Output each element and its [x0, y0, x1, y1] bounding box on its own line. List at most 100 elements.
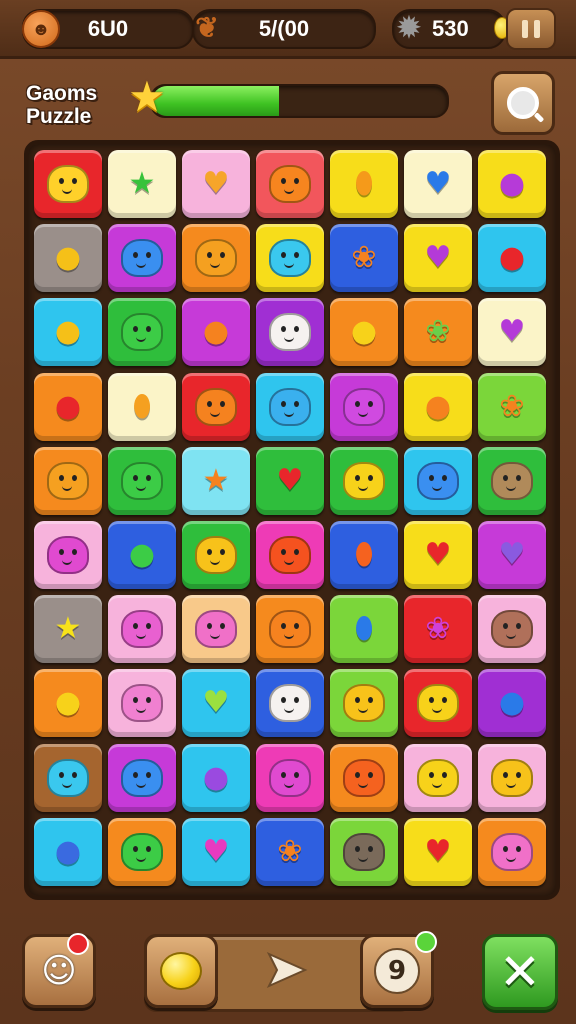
- board-tile[interactable]: ●: [182, 298, 250, 367]
- board-tile[interactable]: ❀: [256, 817, 324, 886]
- blob-face-icon: [269, 313, 311, 352]
- board-tile[interactable]: ❀: [404, 595, 472, 664]
- board-tile[interactable]: ♥: [404, 224, 472, 293]
- carrot-icon: ⬮: [132, 388, 152, 424]
- board-tile[interactable]: [330, 446, 398, 515]
- board-tile[interactable]: ●: [478, 224, 546, 293]
- board-tile[interactable]: [108, 817, 176, 886]
- board-tile[interactable]: [108, 298, 176, 367]
- hint-button[interactable]: 9: [360, 931, 437, 1008]
- board-tile[interactable]: ●: [34, 224, 102, 293]
- board-tile[interactable]: [182, 595, 250, 664]
- board-tile[interactable]: ●: [404, 372, 472, 441]
- board-tile[interactable]: [34, 446, 102, 515]
- heart-icon: ♥: [498, 314, 526, 350]
- blob-face-icon: [491, 461, 533, 500]
- blob-face-icon: [417, 461, 459, 500]
- board-tile[interactable]: [256, 521, 324, 589]
- character-booster-button[interactable]: ☺: [22, 933, 96, 1008]
- board-tile[interactable]: [108, 224, 176, 293]
- apple-icon: ●: [498, 240, 526, 276]
- board-tile[interactable]: ●: [34, 372, 102, 441]
- board-tile[interactable]: ●: [34, 669, 102, 738]
- board-tile[interactable]: [108, 595, 176, 664]
- board-tile[interactable]: ★: [108, 150, 176, 218]
- board-tile[interactable]: ●: [34, 298, 102, 367]
- board-tile[interactable]: ⬮: [108, 372, 176, 441]
- lemon-booster-button[interactable]: [144, 934, 218, 1008]
- board-tile[interactable]: ⬮: [330, 150, 398, 218]
- lemon-icon: [160, 952, 202, 990]
- board-tile[interactable]: ●: [330, 298, 398, 367]
- board-tile[interactable]: ♥: [404, 817, 472, 886]
- board-tile[interactable]: ♥: [182, 817, 250, 886]
- board-tile[interactable]: [478, 743, 546, 812]
- board-tile[interactable]: ♥: [404, 521, 472, 589]
- gems-value: 530: [432, 16, 469, 41]
- leaf-icon: ❀: [499, 388, 525, 424]
- board-tile[interactable]: [34, 743, 102, 812]
- board-tile[interactable]: [256, 298, 324, 367]
- board-tile[interactable]: ●: [108, 521, 176, 589]
- board-tile[interactable]: ♥: [256, 446, 324, 515]
- blob-face-icon: [269, 239, 311, 278]
- board-tile[interactable]: ★: [182, 446, 250, 515]
- leaf-icon: ❀: [425, 314, 451, 350]
- top-status-bar: ☻ 6U0 ❦ 5/(00 ✹ 530: [0, 0, 576, 59]
- blob-face-icon: [121, 239, 163, 278]
- board-tile[interactable]: ⬮: [330, 521, 398, 589]
- play-arrow-button[interactable]: [262, 948, 310, 992]
- board-tile[interactable]: ⬮: [330, 595, 398, 664]
- board-tile[interactable]: [330, 372, 398, 441]
- star-icon: ★: [202, 462, 230, 498]
- board-tile[interactable]: [478, 446, 546, 515]
- board-tile[interactable]: ●: [478, 150, 546, 218]
- board-tile[interactable]: ❀: [404, 298, 472, 367]
- board-tile[interactable]: [256, 743, 324, 812]
- blob-face-icon: [121, 832, 163, 871]
- board-tile[interactable]: [108, 669, 176, 738]
- blob-face-icon: [195, 387, 237, 426]
- apple-icon: ●: [54, 240, 82, 276]
- board-tile[interactable]: ♥: [404, 150, 472, 218]
- board-tile[interactable]: [182, 224, 250, 293]
- board-tile[interactable]: [108, 743, 176, 812]
- board-tile[interactable]: [256, 372, 324, 441]
- board-tile[interactable]: [478, 817, 546, 886]
- board-tile[interactable]: [34, 521, 102, 589]
- board-tile[interactable]: ●: [478, 669, 546, 738]
- board-tile[interactable]: [182, 521, 250, 589]
- board-tile[interactable]: [330, 669, 398, 738]
- board-tile[interactable]: [404, 446, 472, 515]
- board-tile[interactable]: ❀: [478, 372, 546, 441]
- board-tile[interactable]: [478, 595, 546, 664]
- board-tile[interactable]: [330, 817, 398, 886]
- blob-face-icon: [343, 832, 385, 871]
- board-tile[interactable]: [256, 595, 324, 664]
- board-tile[interactable]: [404, 669, 472, 738]
- board-tile[interactable]: ♥: [478, 521, 546, 589]
- close-button[interactable]: ✕: [482, 934, 558, 1010]
- board-tile[interactable]: [108, 446, 176, 515]
- board-tile[interactable]: ❀: [330, 224, 398, 293]
- board-tile[interactable]: [256, 224, 324, 293]
- board-tile[interactable]: ♥: [182, 669, 250, 738]
- board-tile[interactable]: [182, 372, 250, 441]
- board-tile[interactable]: ★: [34, 595, 102, 664]
- board-tile[interactable]: [256, 669, 324, 738]
- notification-dot: [67, 933, 89, 955]
- board-tile[interactable]: [330, 743, 398, 812]
- heart-icon: ♥: [202, 685, 230, 721]
- board-tile[interactable]: [404, 743, 472, 812]
- board-tile[interactable]: [34, 150, 102, 218]
- board-tile[interactable]: ●: [182, 743, 250, 812]
- lives-counter: ☻ 6U0: [22, 9, 194, 49]
- heart-icon: ♥: [202, 833, 230, 869]
- lives-value: 6U0: [87, 16, 129, 41]
- board-tile[interactable]: ♥: [478, 298, 546, 367]
- board-tile[interactable]: ♥: [182, 150, 250, 218]
- board-tile[interactable]: ●: [34, 817, 102, 886]
- board-tile[interactable]: [256, 150, 324, 218]
- search-button[interactable]: [491, 71, 555, 135]
- pause-button[interactable]: [506, 8, 556, 50]
